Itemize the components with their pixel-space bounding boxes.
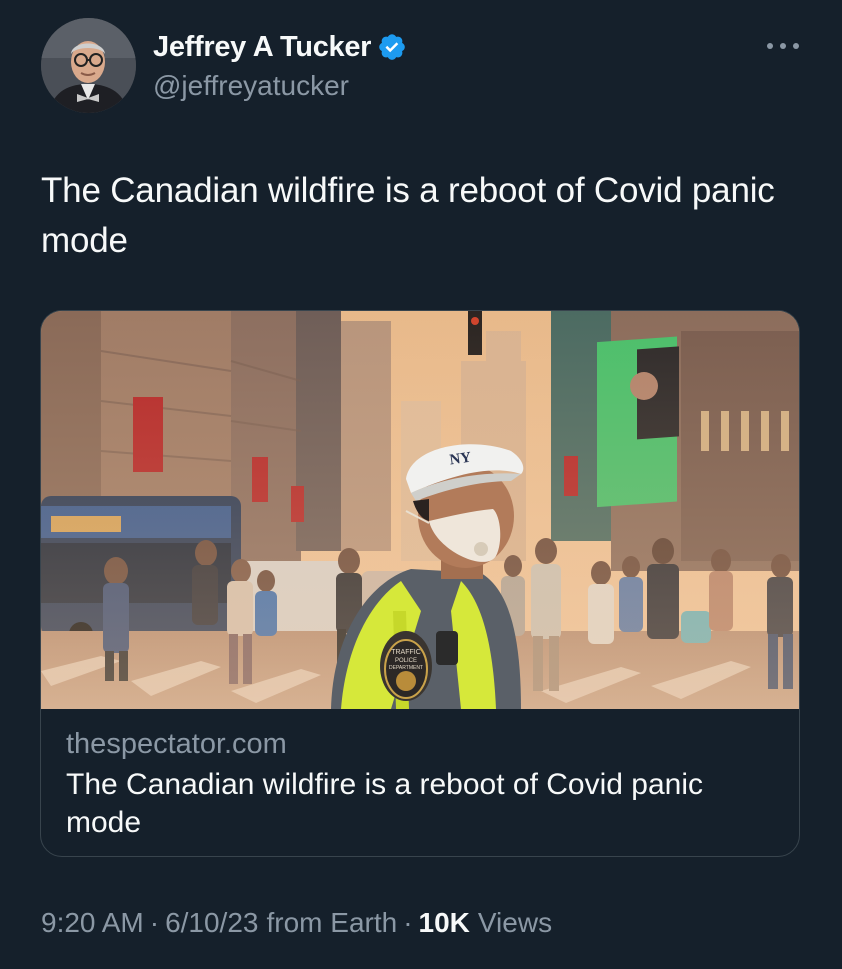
author-handle[interactable]: @jeffreyatucker: [153, 70, 349, 102]
patch-text-line2: POLICE: [395, 658, 417, 664]
avatar-image: [41, 18, 136, 113]
cap-text: NY: [449, 450, 473, 469]
card-title: The Canadian wildfire is a reboot of Cov…: [66, 768, 704, 839]
author-name-row: Jeffrey A Tucker: [153, 28, 407, 66]
tweet: Jeffrey A Tucker @jeffreyatucker The Can…: [0, 0, 842, 969]
patch-text-line3: DEPARTMENT: [389, 665, 423, 671]
card-domain: thespectator.com: [66, 728, 287, 760]
patch-text-line1: TRAFFIC: [391, 649, 421, 656]
avatar[interactable]: [41, 18, 136, 113]
meta-separator: ·: [149, 907, 160, 938]
verified-badge-icon[interactable]: [377, 32, 407, 62]
views-label: Views: [477, 907, 553, 938]
tweet-date[interactable]: 6/10/23: [165, 907, 258, 939]
more-options-button[interactable]: [764, 34, 802, 58]
more-horizontal-icon: [767, 43, 799, 49]
meta-separator-2: ·: [403, 907, 413, 938]
tweet-time[interactable]: 9:20 AM: [41, 907, 144, 939]
tweet-text: The Canadian wildfire is a reboot of Cov…: [41, 171, 775, 260]
tweet-source: from Earth: [266, 907, 398, 938]
link-card[interactable]: TRAFFIC POLICE DEPARTMENT NY thespectato…: [40, 310, 800, 857]
news-photo: TRAFFIC POLICE DEPARTMENT NY: [41, 311, 799, 709]
views-count[interactable]: 10K: [419, 907, 470, 939]
tweet-meta: 9:20 AM · 6/10/23 from Earth · 10K Views: [41, 907, 552, 939]
author-display-name[interactable]: Jeffrey A Tucker: [153, 31, 371, 64]
